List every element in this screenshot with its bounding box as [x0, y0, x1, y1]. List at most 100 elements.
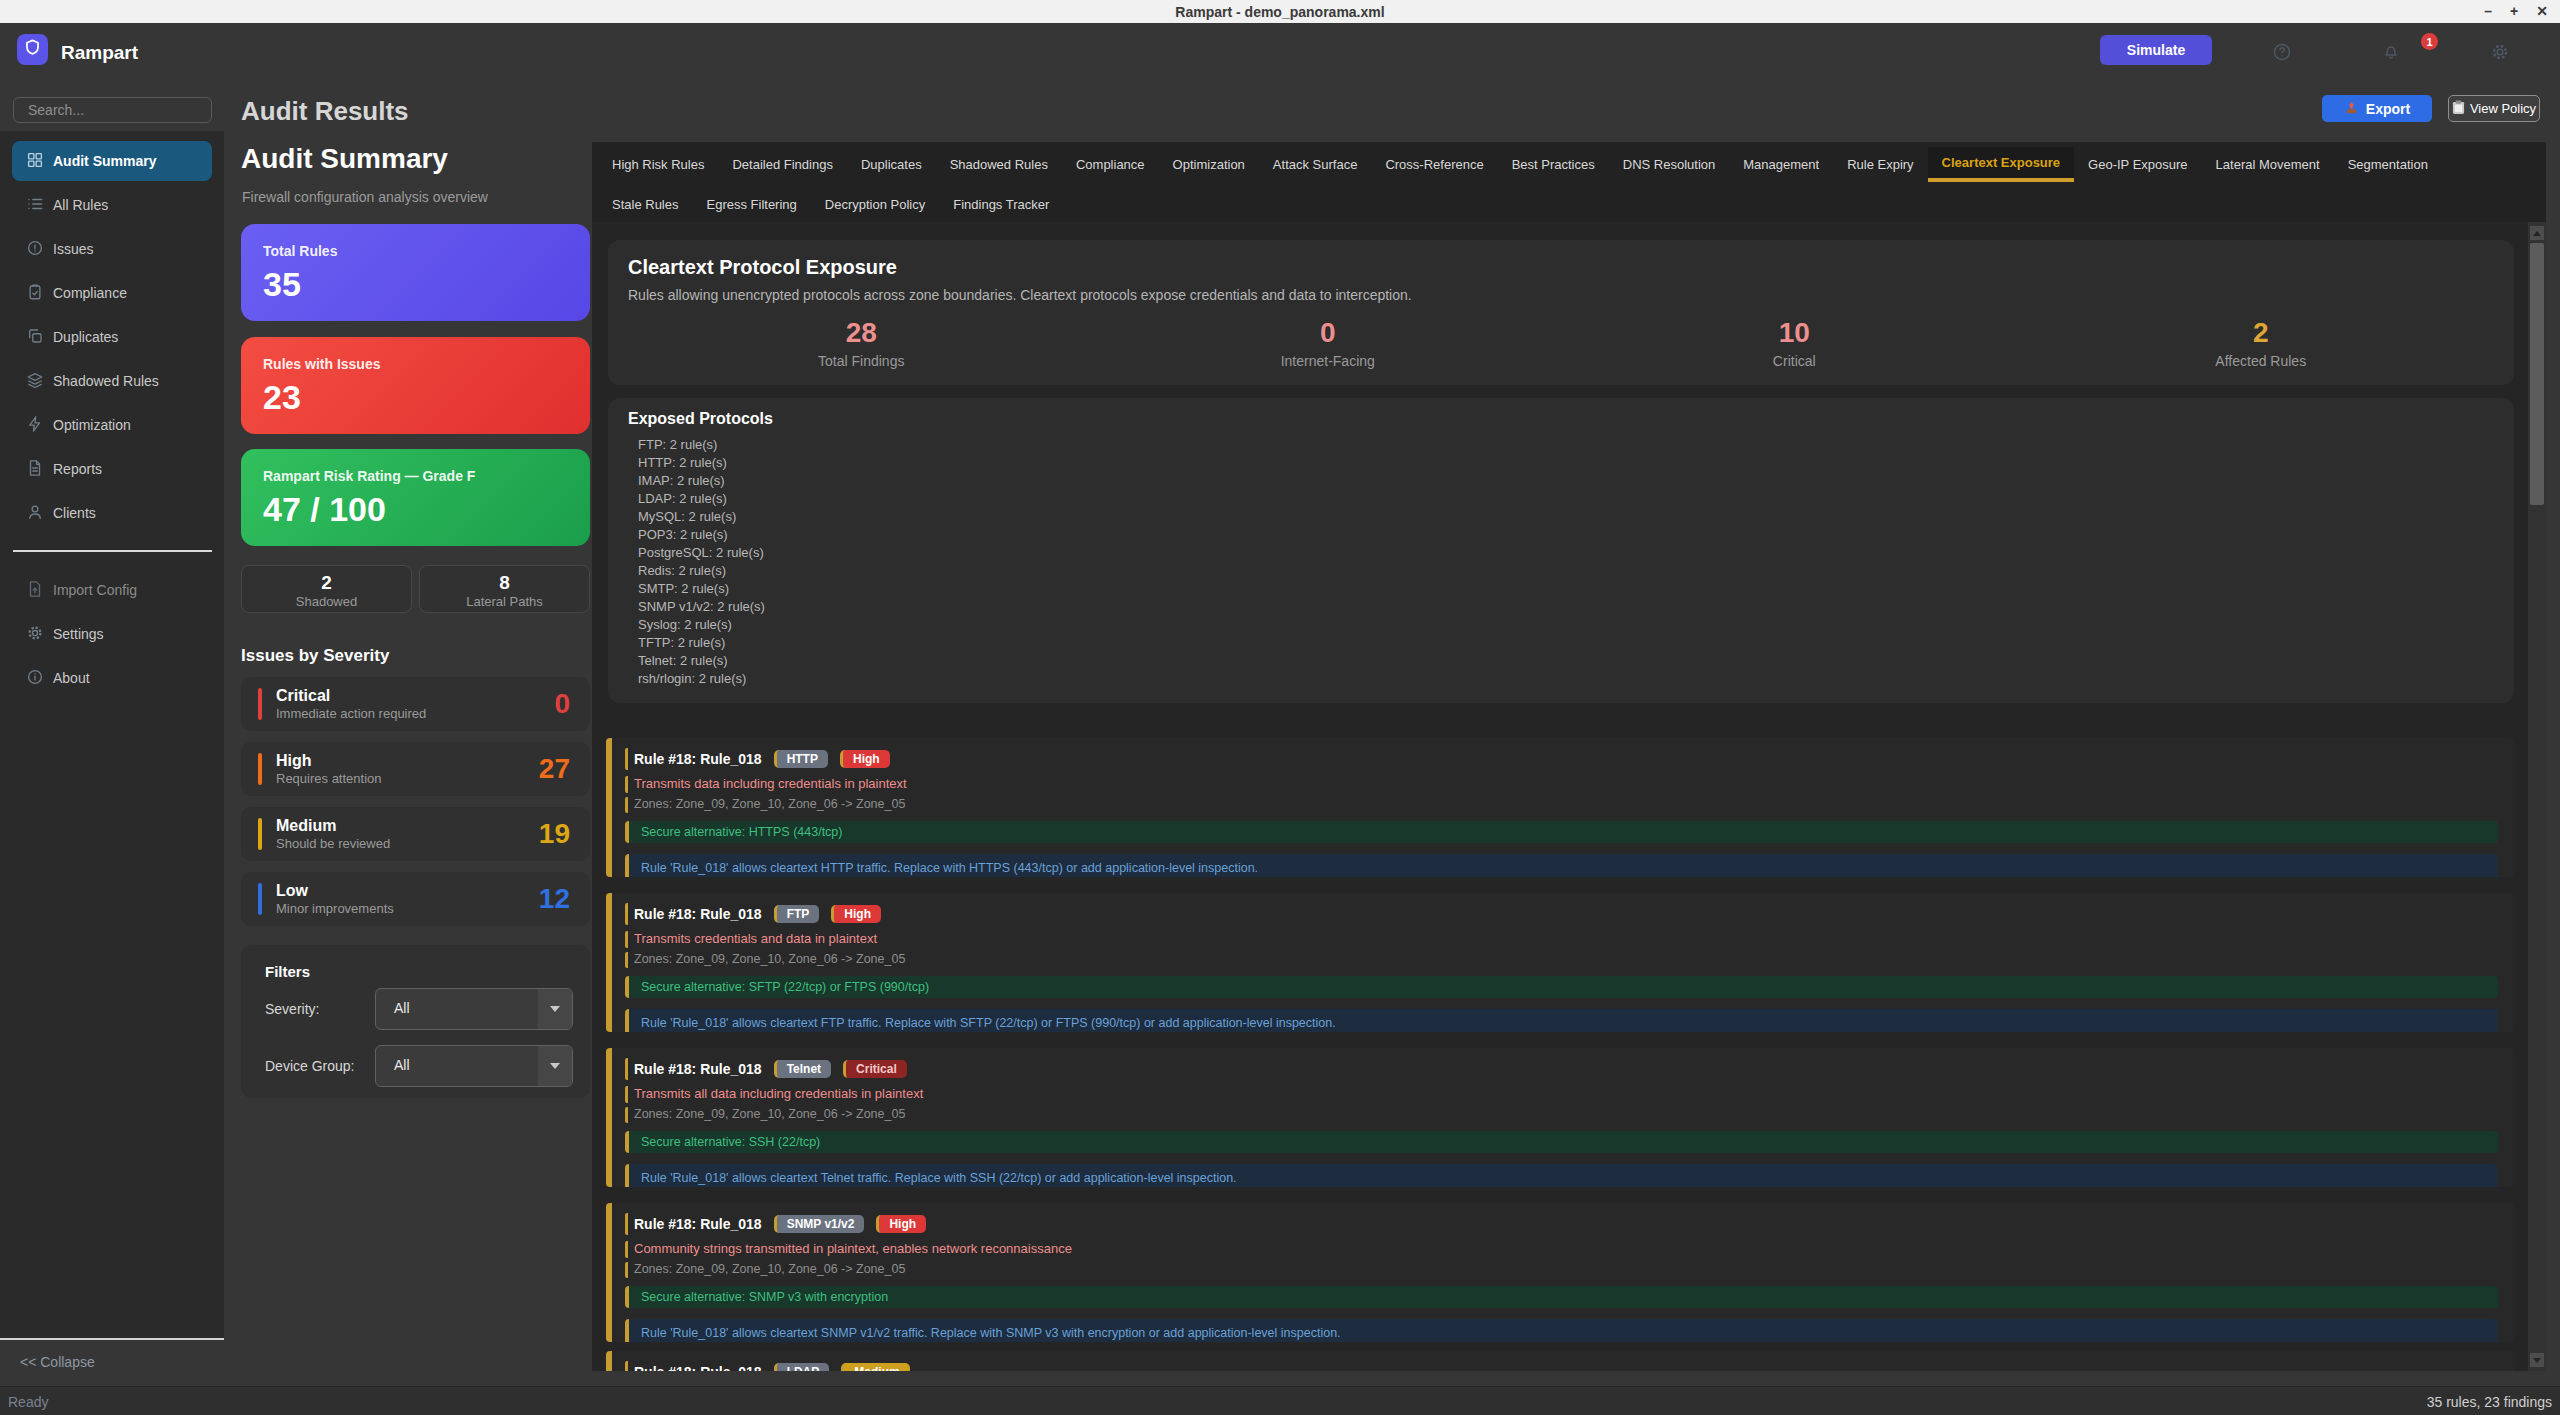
- tab-stale-rules[interactable]: Stale Rules: [598, 187, 692, 222]
- file-text-icon: [26, 459, 44, 480]
- sidebar-item-issues[interactable]: Issues: [12, 229, 212, 269]
- simulate-button[interactable]: Simulate: [2100, 35, 2212, 65]
- tab-cross-reference[interactable]: Cross-Reference: [1371, 147, 1497, 182]
- protocol-item: POP3: 2 rule(s): [628, 526, 2494, 544]
- tab-detailed-findings[interactable]: Detailed Findings: [718, 147, 846, 182]
- sidebar-item-duplicates[interactable]: Duplicates: [12, 317, 212, 357]
- scroll-up-button[interactable]: [2530, 226, 2544, 240]
- protocol-item: Telnet: 2 rule(s): [628, 652, 2494, 670]
- protocol-item: Syslog: 2 rule(s): [628, 616, 2494, 634]
- scrollbar-thumb[interactable]: [2530, 243, 2544, 505]
- severity-bar: [258, 753, 262, 785]
- risk-rating-card: Rampart Risk Rating — Grade F 47 / 100: [241, 449, 590, 546]
- lateral-paths-box: 8 Lateral Paths: [419, 565, 590, 613]
- protocol-badge: FTP: [774, 905, 820, 923]
- finding-title: Rule #18: Rule_018: [634, 906, 762, 922]
- rules-with-issues-card: Rules with Issues 23: [241, 337, 590, 434]
- severity-card-low[interactable]: Low Minor improvements 12: [241, 872, 590, 926]
- severity-filter-select[interactable]: All: [375, 988, 573, 1030]
- severity-badge: High: [840, 750, 890, 768]
- app-logo: [17, 34, 48, 65]
- tab-dns-resolution[interactable]: DNS Resolution: [1609, 147, 1730, 182]
- status-counts: 35 rules, 23 findings: [2427, 1394, 2552, 1410]
- tab-best-practices[interactable]: Best Practices: [1498, 147, 1609, 182]
- findings-tab-bar: High Risk Rules Detailed Findings Duplic…: [592, 142, 2546, 222]
- sidebar-collapse-button[interactable]: << Collapse: [20, 1354, 95, 1370]
- tab-segmentation[interactable]: Segmentation: [2334, 147, 2442, 182]
- tab-compliance[interactable]: Compliance: [1062, 147, 1159, 182]
- window-titlebar: Rampart - demo_panorama.xml – + ✕: [0, 0, 2560, 23]
- help-icon[interactable]: [2272, 42, 2292, 66]
- protocol-item: IMAP: 2 rule(s): [628, 472, 2494, 490]
- tab-management[interactable]: Management: [1729, 147, 1833, 182]
- severity-card-high[interactable]: High Requires attention 27: [241, 742, 590, 796]
- sidebar-item-import-config[interactable]: Import Config: [12, 570, 212, 610]
- tab-lateral-movement[interactable]: Lateral Movement: [2202, 147, 2334, 182]
- sidebar-item-shadowed-rules[interactable]: Shadowed Rules: [12, 361, 212, 401]
- tab-decryption-policy[interactable]: Decryption Policy: [811, 187, 939, 222]
- stat-critical: 10 Critical: [1561, 317, 2028, 369]
- protocol-item: SMTP: 2 rule(s): [628, 580, 2494, 598]
- finding-description: Community strings transmitted in plainte…: [625, 1241, 2498, 1258]
- protocol-item: TFTP: 2 rule(s): [628, 634, 2494, 652]
- clipboard-icon: [2452, 100, 2465, 118]
- protocol-badge: Telnet: [774, 1060, 831, 1078]
- device-group-filter-select[interactable]: All: [375, 1045, 573, 1087]
- sidebar: Audit Summary All Rules Issues Complianc…: [0, 131, 224, 1338]
- severity-badge: Critical: [843, 1060, 907, 1078]
- sidebar-item-all-rules[interactable]: All Rules: [12, 185, 212, 225]
- sidebar-item-reports[interactable]: Reports: [12, 449, 212, 489]
- sidebar-item-audit-summary[interactable]: Audit Summary: [12, 141, 212, 181]
- stat-total-findings: 28 Total Findings: [628, 317, 1095, 369]
- protocol-badge: SNMP v1/v2: [774, 1215, 865, 1233]
- tab-high-risk-rules[interactable]: High Risk Rules: [598, 147, 718, 182]
- scroll-down-button[interactable]: [2530, 1353, 2544, 1367]
- gear-icon[interactable]: [2490, 42, 2510, 66]
- recommendation: Rule 'Rule_018' allows cleartext FTP tra…: [625, 1009, 2498, 1032]
- sidebar-item-settings[interactable]: Settings: [12, 614, 212, 654]
- finding-title: Rule #18: Rule_018: [634, 1061, 762, 1077]
- severity-card-medium[interactable]: Medium Should be reviewed 19: [241, 807, 590, 861]
- exposed-protocols-panel: Exposed Protocols FTP: 2 rule(s) HTTP: 2…: [608, 398, 2514, 703]
- zap-icon: [26, 415, 44, 436]
- tab-egress-filtering[interactable]: Egress Filtering: [692, 187, 810, 222]
- severity-card-critical[interactable]: Critical Immediate action required 0: [241, 677, 590, 731]
- app-title: Rampart: [61, 42, 138, 64]
- clipboard-check-icon: [26, 283, 44, 304]
- finding-zones: Zones: Zone_09, Zone_10, Zone_06 -> Zone…: [625, 797, 2498, 813]
- tab-rule-expiry[interactable]: Rule Expiry: [1833, 147, 1927, 182]
- stat-internet-facing: 0 Internet-Facing: [1095, 317, 1562, 369]
- search-input[interactable]: [14, 98, 211, 122]
- export-button[interactable]: Export: [2322, 95, 2432, 122]
- protocol-item: SNMP v1/v2: 2 rule(s): [628, 598, 2494, 616]
- finding-card: Rule #18: Rule_018 Telnet Critical Trans…: [606, 1048, 2514, 1187]
- sidebar-item-compliance[interactable]: Compliance: [12, 273, 212, 313]
- sidebar-item-optimization[interactable]: Optimization: [12, 405, 212, 445]
- page-title: Audit Results: [241, 96, 409, 127]
- tab-cleartext-exposure[interactable]: Cleartext Exposure: [1928, 147, 2075, 182]
- protocol-badge: LDAP: [774, 1363, 830, 1371]
- tab-duplicates[interactable]: Duplicates: [847, 147, 936, 182]
- tab-optimization[interactable]: Optimization: [1159, 147, 1259, 182]
- chevron-down-icon: [538, 1046, 572, 1086]
- sidebar-item-clients[interactable]: Clients: [12, 493, 212, 533]
- filters-panel: Filters Severity: All Device Group: All: [241, 945, 590, 1098]
- tab-findings-tracker[interactable]: Findings Tracker: [939, 187, 1063, 222]
- secure-alternative: Secure alternative: SSH (22/tcp): [625, 1131, 2498, 1153]
- window-maximize-button[interactable]: +: [2510, 3, 2518, 19]
- secure-alternative: Secure alternative: SFTP (22/tcp) or FTP…: [625, 976, 2498, 998]
- finding-title: Rule #18: Rule_018: [634, 1364, 762, 1371]
- alert-circle-icon: [26, 239, 44, 260]
- bell-icon[interactable]: [2381, 42, 2401, 66]
- window-close-button[interactable]: ✕: [2536, 3, 2548, 19]
- tab-attack-surface[interactable]: Attack Surface: [1259, 147, 1372, 182]
- view-policy-button[interactable]: View Policy: [2448, 95, 2540, 122]
- tab-geo-ip-exposure[interactable]: Geo-IP Exposure: [2074, 147, 2201, 182]
- export-icon: [2344, 100, 2359, 118]
- search-box[interactable]: [13, 97, 212, 123]
- window-minimize-button[interactable]: –: [2484, 3, 2492, 19]
- vertical-scrollbar[interactable]: [2528, 222, 2546, 1371]
- sidebar-item-about[interactable]: About: [12, 658, 212, 698]
- protocol-item: PostgreSQL: 2 rule(s): [628, 544, 2494, 562]
- tab-shadowed-rules[interactable]: Shadowed Rules: [936, 147, 1062, 182]
